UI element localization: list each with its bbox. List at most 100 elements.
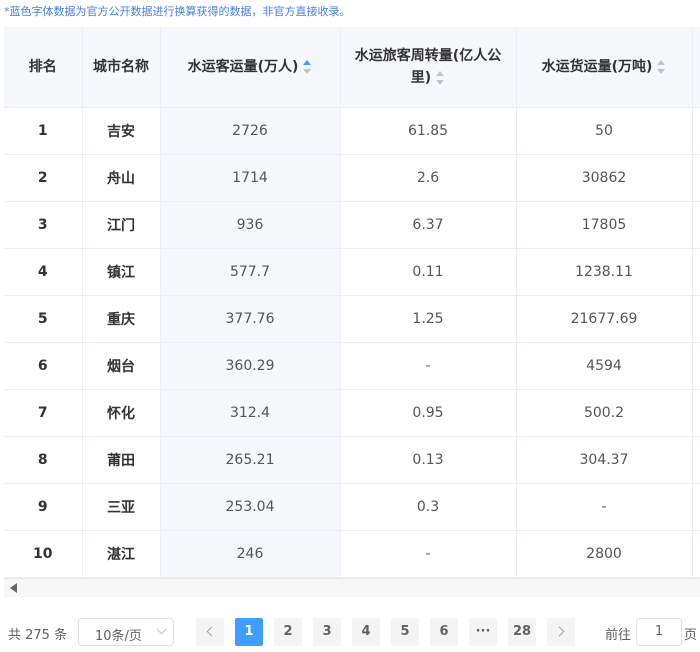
page-button-5[interactable]: 5 — [391, 618, 419, 646]
city-cell: 重庆 — [82, 295, 161, 343]
turnover-cell: 0.95 — [340, 389, 517, 437]
turnover-cell: 61.85 — [340, 107, 517, 155]
chevron-down-icon — [156, 624, 167, 635]
goto-page-input[interactable]: 1 — [636, 618, 682, 646]
city-cell: 莆田 — [82, 436, 161, 484]
rank-cell: 7 — [4, 389, 83, 437]
header-passenger-turnover[interactable]: 水运旅客周转量(亿人公 里) — [340, 27, 517, 108]
table-row: 8 莆田 265.21 0.13 304.37 — [4, 436, 700, 484]
turnover-cell: 6.37 — [340, 201, 517, 249]
cargo-cell: - — [516, 483, 693, 531]
horizontal-scrollbar[interactable] — [4, 578, 700, 597]
turnover-cell: - — [340, 530, 517, 578]
table-row: 2 舟山 1714 2.6 30862 — [4, 154, 700, 202]
page-button-2[interactable]: 2 — [274, 618, 302, 646]
overflow-cell — [692, 483, 700, 531]
table-row: 9 三亚 253.04 0.3 - — [4, 483, 700, 531]
passengers-cell: 360.29 — [160, 342, 341, 390]
table-row: 7 怀化 312.4 0.95 500.2 — [4, 389, 700, 437]
rank-cell: 6 — [4, 342, 83, 390]
turnover-cell: 0.11 — [340, 248, 517, 296]
passengers-cell: 1714 — [160, 154, 341, 202]
page-button-4[interactable]: 4 — [352, 618, 380, 646]
goto-suffix-label: 页 — [684, 628, 698, 643]
rank-cell: 2 — [4, 154, 83, 202]
overflow-cell — [692, 201, 700, 249]
rank-cell: 8 — [4, 436, 83, 484]
rank-cell: 5 — [4, 295, 83, 343]
passengers-cell: 312.4 — [160, 389, 341, 437]
ranking-table: 排名 城市名称 水运客运量(万人) 水运旅客周转量(亿人公 里) 水运货运量(万… — [4, 27, 700, 578]
cargo-cell: 500.2 — [516, 389, 693, 437]
header-turnover-label: 水运旅客周转量(亿人公 — [354, 47, 502, 64]
turnover-cell: 0.13 — [340, 436, 517, 484]
sort-caret-icon[interactable] — [656, 59, 666, 75]
page-size-select[interactable]: 10条/页 — [78, 618, 174, 646]
cargo-cell: 2800 — [516, 530, 693, 578]
cargo-cell: 4594 — [516, 342, 693, 390]
city-cell: 江门 — [82, 201, 161, 249]
scroll-left-arrow-icon[interactable] — [10, 583, 17, 593]
city-cell: 三亚 — [82, 483, 161, 531]
passengers-cell: 246 — [160, 530, 341, 578]
rank-cell: 9 — [4, 483, 83, 531]
prev-page-button[interactable] — [196, 618, 224, 646]
sort-caret-icon[interactable] — [435, 70, 445, 86]
overflow-cell — [692, 107, 700, 155]
rank-cell: 10 — [4, 530, 83, 578]
turnover-cell: 1.25 — [340, 295, 517, 343]
turnover-cell: 0.3 — [340, 483, 517, 531]
overflow-cell — [692, 530, 700, 578]
chevron-right-icon — [554, 626, 565, 637]
passengers-cell: 265.21 — [160, 436, 341, 484]
header-cargo-label: 水运货运量(万吨) — [541, 58, 653, 75]
overflow-cell — [692, 436, 700, 484]
more-pages-button[interactable]: ··· — [469, 618, 497, 646]
header-overflow-column — [692, 27, 700, 108]
city-cell: 舟山 — [82, 154, 161, 202]
table-row: 5 重庆 377.76 1.25 21677.69 — [4, 295, 700, 343]
page-button-28[interactable]: 28 — [508, 618, 536, 646]
city-cell: 烟台 — [82, 342, 161, 390]
cargo-cell: 30862 — [516, 154, 693, 202]
header-turnover-label-2: 里) — [410, 69, 432, 86]
overflow-cell — [692, 248, 700, 296]
passengers-cell: 2726 — [160, 107, 341, 155]
header-city: 城市名称 — [82, 27, 161, 108]
cargo-cell: 21677.69 — [516, 295, 693, 343]
cargo-cell: 17805 — [516, 201, 693, 249]
table-row: 1 吉安 2726 61.85 50 — [4, 107, 700, 155]
sort-caret-icon[interactable] — [302, 59, 312, 75]
pagination: 共 275 条 10条/页 1 2 3 4 5 6 ··· 28 前往 1 页 — [0, 612, 700, 652]
total-count: 共 275 条 — [8, 628, 68, 643]
goto-label: 前往 — [605, 628, 632, 643]
header-rank: 排名 — [4, 27, 83, 108]
page-button-1[interactable]: 1 — [235, 618, 263, 646]
turnover-cell: - — [340, 342, 517, 390]
table-row: 3 江门 936 6.37 17805 — [4, 201, 700, 249]
overflow-cell — [692, 154, 700, 202]
page-size-value: 10条/页 — [95, 629, 142, 644]
city-cell: 镇江 — [82, 248, 161, 296]
rank-cell: 1 — [4, 107, 83, 155]
header-passengers[interactable]: 水运客运量(万人) — [160, 27, 341, 108]
overflow-cell — [692, 295, 700, 343]
city-cell: 吉安 — [82, 107, 161, 155]
header-cargo[interactable]: 水运货运量(万吨) — [516, 27, 693, 108]
page-button-6[interactable]: 6 — [430, 618, 458, 646]
passengers-cell: 577.7 — [160, 248, 341, 296]
table-row: 10 湛江 246 - 2800 — [4, 530, 700, 578]
cargo-cell: 1238.11 — [516, 248, 693, 296]
overflow-cell — [692, 389, 700, 437]
table-row: 4 镇江 577.7 0.11 1238.11 — [4, 248, 700, 296]
turnover-cell: 2.6 — [340, 154, 517, 202]
rank-cell: 3 — [4, 201, 83, 249]
city-cell: 湛江 — [82, 530, 161, 578]
city-cell: 怀化 — [82, 389, 161, 437]
rank-cell: 4 — [4, 248, 83, 296]
header-passengers-label: 水运客运量(万人) — [187, 58, 299, 75]
page-button-3[interactable]: 3 — [313, 618, 341, 646]
passengers-cell: 253.04 — [160, 483, 341, 531]
next-page-button[interactable] — [547, 618, 575, 646]
cargo-cell: 50 — [516, 107, 693, 155]
